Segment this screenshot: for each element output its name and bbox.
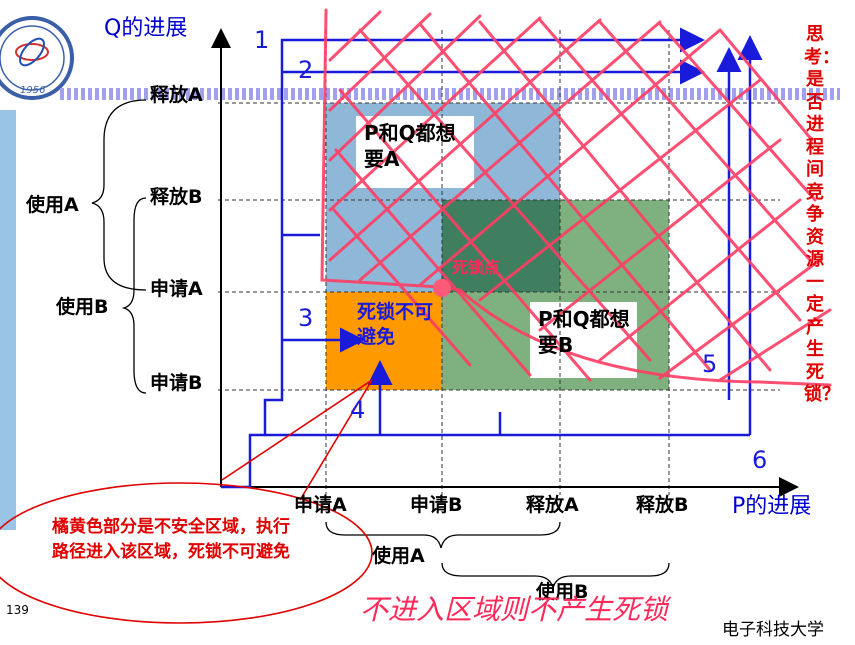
logo-year: 1956: [20, 85, 46, 96]
left-decor-strip: [0, 110, 16, 530]
y-label-request-a: 申请A: [150, 278, 203, 300]
y-label-release-b: 释放B: [150, 186, 203, 208]
handwritten-annotation: 不进入区域则不产生死锁: [360, 593, 669, 626]
path-number-5: 5: [702, 350, 718, 378]
x-axis-title: P的进展: [732, 494, 812, 519]
y-label-release-a: 释放A: [150, 84, 203, 106]
path-number-2: 2: [298, 56, 314, 84]
institution-name: 电子科技大学: [722, 620, 824, 640]
unavoidable-label: 死锁不可避免: [357, 301, 434, 348]
span-q-use-b: 使用B: [56, 296, 109, 318]
path-number-6: 6: [752, 446, 768, 474]
x-label-request-b: 申请B: [410, 494, 463, 516]
span-p-use-a: 使用A: [372, 545, 425, 567]
x-label-request-a: 申请A: [294, 494, 347, 516]
path-number-1: 1: [254, 26, 270, 54]
callout-note: 橘黄色部分是不安全区域，执行路径进入该区域，死锁不可避免: [52, 517, 290, 562]
y-label-request-b: 申请B: [150, 372, 203, 394]
region-label-a: P和Q都想要A: [364, 121, 456, 171]
deadlock-point-label: 死锁点: [452, 258, 501, 277]
span-q-use-a: 使用A: [26, 194, 79, 216]
page-number: 139: [6, 603, 29, 617]
x-label-release-b: 释放B: [636, 494, 689, 516]
path-number-3: 3: [298, 304, 314, 332]
brace-q-use-a: [91, 99, 147, 291]
path-number-4: 4: [350, 396, 366, 424]
side-question: 思考：是否进程间竞争资源一定产生死锁？: [804, 24, 840, 405]
y-axis-title: Q的进展: [104, 16, 188, 41]
x-label-release-a: 释放A: [526, 494, 579, 516]
brace-q-use-b: [121, 197, 147, 394]
brace-p-use-a: [325, 521, 561, 549]
deadlock-point-marker: [433, 279, 451, 297]
region-label-b: P和Q都想要B: [538, 307, 630, 357]
